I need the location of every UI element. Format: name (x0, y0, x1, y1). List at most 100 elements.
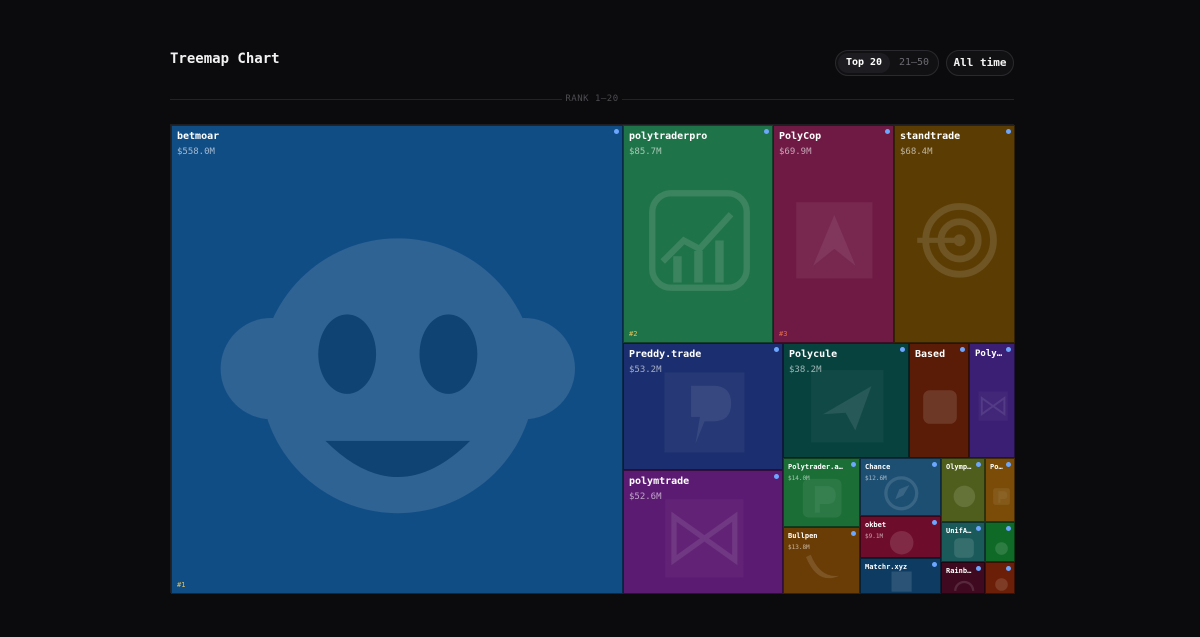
p-logo-icon (991, 486, 1012, 511)
status-dot-icon (976, 462, 981, 467)
status-dot-icon (932, 520, 937, 525)
page-title: Treemap Chart (170, 51, 280, 67)
divider-left (170, 99, 562, 100)
tile-name: Matchr.xyz (865, 563, 908, 571)
tile-name: PolyBot (975, 349, 1004, 359)
tile-rank: #1 (177, 581, 186, 589)
tile-name: Based (915, 349, 946, 360)
treemap-tile[interactable]: Matchr.xyz (860, 558, 941, 594)
treemap-tile[interactable]: polymtrade $52.6M (623, 470, 783, 594)
treemap-tile[interactable]: okbet $9.1M (860, 516, 941, 558)
status-dot-icon (614, 129, 619, 134)
tile-name: Preddy.trade (629, 349, 702, 360)
status-dot-icon (900, 347, 905, 352)
treemap-tile[interactable]: UnifAI Ne… (941, 522, 985, 562)
status-dot-icon (885, 129, 890, 134)
tile-value: $38.2M (789, 365, 822, 375)
dot-icon (991, 574, 1012, 594)
p-bolt-icon (660, 368, 749, 461)
tile-value: $52.6M (629, 492, 662, 502)
b-logo-icon (919, 386, 961, 432)
ball-icon (887, 528, 916, 557)
treemap-tile[interactable]: Bullpen $13.8M (783, 527, 860, 594)
status-dot-icon (1006, 347, 1011, 352)
treemap-tile[interactable]: polytraderpro $85.7M #2 (623, 125, 773, 343)
status-dot-icon (960, 347, 965, 352)
tile-name: Polycule (789, 349, 838, 360)
tab-top-20[interactable]: Top 20 (838, 53, 890, 73)
paper-plane-icon (807, 366, 888, 451)
status-dot-icon (1006, 526, 1011, 531)
treemap-tile[interactable]: Rainbow (941, 562, 985, 594)
tile-name: Polydu… (990, 463, 1004, 471)
treemap-tile[interactable]: Polydu… (985, 458, 1015, 522)
tile-name: PolyCop (779, 131, 822, 142)
bowtie-icon (661, 495, 748, 586)
status-dot-icon (976, 566, 981, 571)
tile-name: okbet (865, 521, 887, 529)
target-icon (913, 198, 998, 287)
treemap-tile[interactable]: Polytrader.a… $14.0M (783, 458, 860, 527)
compass-icon (881, 473, 922, 515)
treemap-tile[interactable]: Chance $12.6M (860, 458, 941, 516)
tile-value: $12.6M (865, 475, 887, 482)
status-dot-icon (932, 462, 937, 467)
treemap-tile[interactable] (985, 522, 1015, 562)
time-range-button[interactable]: All time (946, 50, 1014, 76)
treemap-tile[interactable]: Preddy.trade $53.2M (623, 343, 783, 470)
tile-value: $68.4M (900, 147, 933, 157)
tile-name: betmoar (177, 131, 220, 142)
status-dot-icon (851, 462, 856, 467)
treemap-tile[interactable]: PolyBot (969, 343, 1015, 458)
status-dot-icon (774, 347, 779, 352)
divider-right (622, 99, 1014, 100)
status-dot-icon (1006, 462, 1011, 467)
o-logo-icon (949, 481, 980, 516)
tile-value: $14.0M (788, 475, 810, 482)
rank-segmented-control: Top 20 21–50 (835, 50, 939, 76)
status-dot-icon (851, 531, 856, 536)
tile-name: UnifAI Ne… (946, 527, 974, 535)
monkey-icon (217, 195, 579, 561)
treemap-tile[interactable] (985, 562, 1015, 594)
tile-name: Rainbow (946, 567, 974, 575)
tile-rank: #3 (779, 330, 788, 338)
treemap-tile[interactable]: Olympusx… (941, 458, 985, 522)
rainbow-icon (953, 573, 975, 593)
m-logo-icon (889, 569, 914, 593)
tile-name: Olympusx… (946, 463, 974, 471)
treemap-tile[interactable]: betmoar $558.0M #1 (171, 125, 623, 594)
tile-value: $9.1M (865, 533, 884, 540)
status-dot-icon (774, 474, 779, 479)
treemap-chart: betmoar $558.0M #1 polytraderpro $85.7M #2 Pol… (170, 124, 1015, 594)
tile-name: polymtrade (629, 476, 690, 487)
rank-range-label: RANK 1–20 (565, 94, 619, 104)
tile-value: $85.7M (629, 147, 662, 157)
chart-app-icon (647, 188, 752, 297)
tile-name: Chance (865, 463, 891, 471)
tile-name: Bullpen (788, 532, 818, 540)
a-logo-icon (792, 198, 877, 287)
tab-21-50[interactable]: 21–50 (892, 53, 936, 73)
status-dot-icon (764, 129, 769, 134)
status-dot-icon (1006, 566, 1011, 571)
tile-rank: #2 (629, 330, 638, 338)
status-dot-icon (932, 562, 937, 567)
status-dot-icon (1006, 129, 1011, 134)
bowtie-icon (977, 390, 1009, 426)
treemap-tile[interactable]: PolyCop $69.9M #3 (773, 125, 894, 343)
treemap-tile[interactable]: Based (909, 343, 969, 458)
p-logo-icon (798, 474, 846, 526)
treemap-tile[interactable]: standtrade $68.4M (894, 125, 1015, 343)
status-dot-icon (976, 526, 981, 531)
tile-value: $69.9M (779, 147, 812, 157)
tile-name: Polytrader.a… (788, 463, 843, 471)
tile-value: $13.8M (788, 544, 810, 551)
u-logo-icon (950, 534, 978, 561)
tile-name: polytraderpro (629, 131, 708, 142)
tile-name: standtrade (900, 131, 961, 142)
treemap-tile[interactable]: Polycule $38.2M (783, 343, 909, 458)
tile-value: $53.2M (629, 365, 662, 375)
dot-icon (991, 538, 1012, 562)
tile-value: $558.0M (177, 147, 215, 157)
